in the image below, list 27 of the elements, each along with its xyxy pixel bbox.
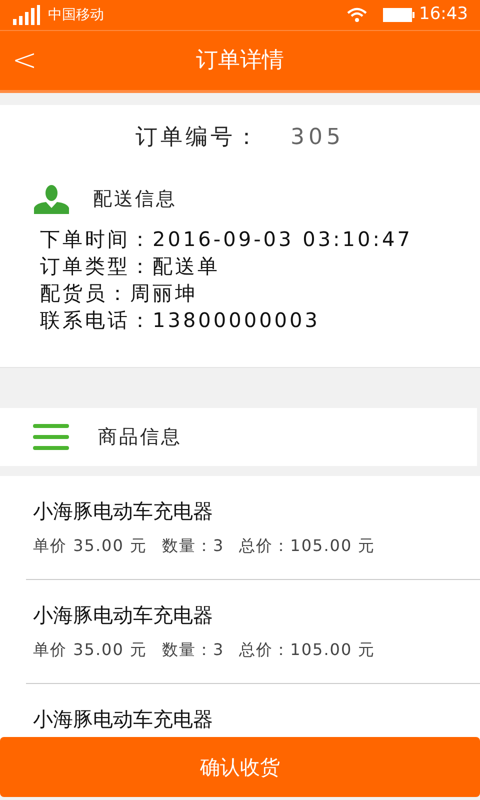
quantity: 数量：3	[162, 535, 224, 557]
product-name: 小海豚电动车充电器	[33, 498, 214, 525]
product-name: 小海豚电动车充电器	[33, 706, 214, 733]
total-price: 总价：105.00 元	[239, 535, 376, 557]
page-title: 订单详情	[196, 47, 284, 75]
wifi-icon	[347, 7, 367, 23]
section-title: 商品信息	[98, 424, 182, 450]
quantity: 数量：3	[162, 639, 224, 661]
info-line: 下单时间：2016-09-03 03:10:47	[40, 226, 414, 253]
info-line: 联系电话：13800000003	[40, 307, 321, 334]
order-number-label: 订单编号：	[136, 124, 260, 152]
product-name: 小海豚电动车充电器	[33, 602, 214, 629]
unit-price: 单价 35.00 元	[33, 639, 147, 661]
carrier-name: 中国移动	[48, 6, 104, 24]
unit-price: 单价 35.00 元	[33, 535, 147, 557]
person-icon	[34, 184, 69, 214]
confirm-button[interactable]: 确认收货	[0, 737, 480, 797]
info-line: 配货员：周丽坤	[40, 280, 198, 307]
list-icon	[33, 422, 69, 452]
total-price: 总价：105.00 元	[239, 639, 376, 661]
order-number: 305	[290, 124, 344, 152]
section-title: 配送信息	[93, 186, 177, 212]
battery-icon	[383, 8, 415, 22]
signal-icon	[12, 5, 40, 25]
info-line: 订单类型：配送单	[40, 253, 221, 280]
back-button[interactable]: <	[0, 46, 50, 76]
clock-time: 16:43	[419, 3, 468, 26]
